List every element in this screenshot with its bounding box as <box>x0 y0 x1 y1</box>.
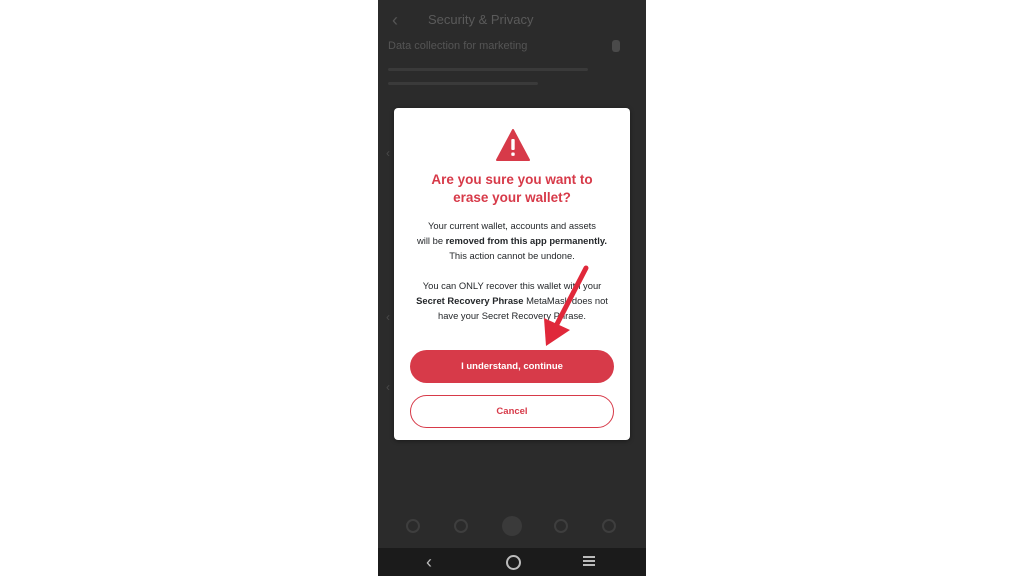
setting-description-line <box>388 82 538 85</box>
paragraph-bold-text: removed from this app permanently. <box>445 235 607 246</box>
nav-recents-icon[interactable] <box>583 556 595 566</box>
tab-actions-icon[interactable] <box>502 516 522 536</box>
chevron-icon: ‹ <box>386 146 390 160</box>
chevron-icon: ‹ <box>386 380 390 394</box>
setting-label: Data collection for marketing <box>388 40 528 52</box>
paragraph-line: will be removed from this app permanentl… <box>404 233 620 248</box>
paragraph-line: Your current wallet, accounts and assets <box>428 220 596 231</box>
dialog-title-line: erase your wallet? <box>453 190 571 205</box>
paragraph-text: will be <box>417 235 446 246</box>
warning-paragraph: Your current wallet, accounts and assets… <box>404 218 620 263</box>
setting-description-line <box>388 68 588 71</box>
setting-toggle[interactable] <box>612 40 620 52</box>
annotation-arrow-icon <box>544 265 589 346</box>
bottom-tab-bar <box>378 505 646 547</box>
tab-activity-icon[interactable] <box>554 519 568 533</box>
paragraph-bold-text: Secret Recovery Phrase <box>416 295 524 306</box>
tab-wallet-icon[interactable] <box>406 519 420 533</box>
dialog-title: Are you sure you want to erase your wall… <box>404 171 620 207</box>
warning-triangle-icon <box>496 129 530 161</box>
back-arrow-icon[interactable]: ‹ <box>392 10 408 30</box>
page-title: Security & Privacy <box>428 12 534 27</box>
tab-settings-icon[interactable] <box>602 519 616 533</box>
nav-back-icon[interactable]: ‹ <box>426 551 432 573</box>
tab-browser-icon[interactable] <box>454 519 468 533</box>
app-header: ‹ Security & Privacy <box>378 0 646 40</box>
nav-home-icon[interactable] <box>506 555 521 570</box>
chevron-icon: ‹ <box>386 310 390 324</box>
cancel-button[interactable]: Cancel <box>410 395 614 428</box>
dialog-title-line: Are you sure you want to <box>431 172 593 187</box>
android-nav-bar: ‹ <box>378 548 646 576</box>
